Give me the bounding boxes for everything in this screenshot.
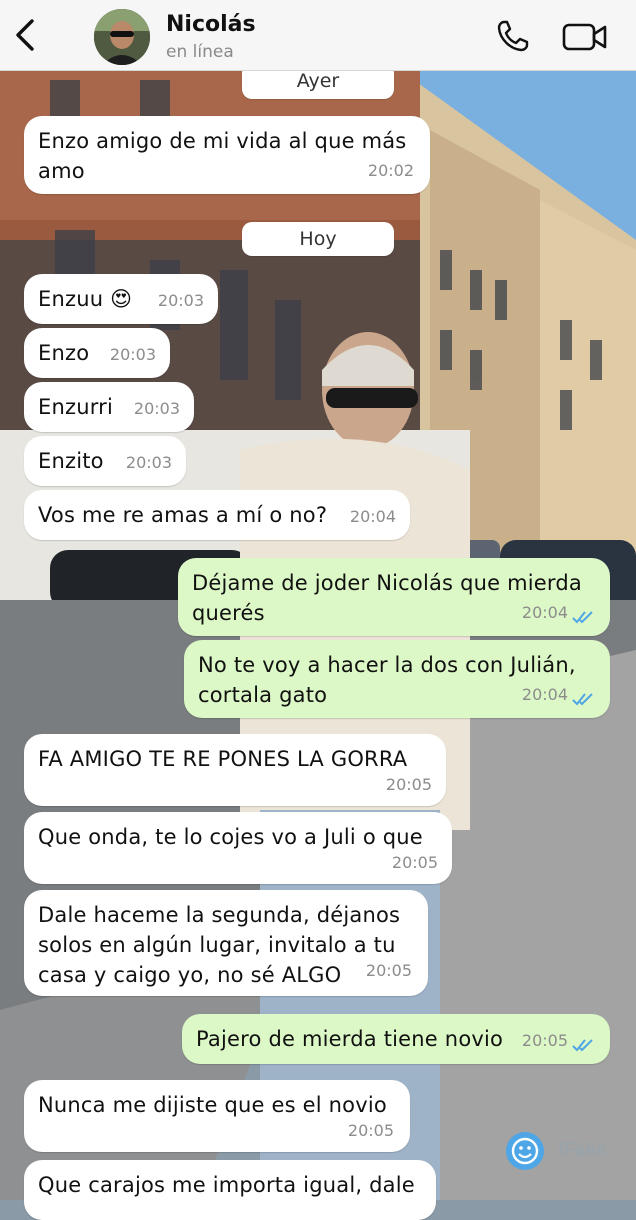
message-bubble-incoming[interactable]: Enzurri 20:03	[24, 382, 194, 432]
message-bubble-incoming[interactable]: Nunca me dijiste que es el novio 20:05	[24, 1080, 410, 1152]
read-receipt-icon	[572, 611, 593, 624]
message-bubble-outgoing[interactable]: No te voy a hacer la dos con Julián, cor…	[184, 640, 610, 718]
smiley-logo-icon	[506, 1132, 544, 1170]
message-bubble-incoming[interactable]: Dale haceme la segunda, déjanos solos en…	[24, 890, 428, 996]
message-text: Enzo amigo de mi vida al que más amo	[38, 129, 407, 183]
message-text: Que carajos me importa igual, dale	[38, 1173, 415, 1197]
contact-avatar[interactable]	[94, 9, 150, 65]
video-camera-icon[interactable]	[562, 22, 608, 52]
message-time: 20:05	[365, 961, 412, 980]
ifake-watermark: iFake	[506, 1132, 607, 1170]
message-bubble-incoming[interactable]: Enzito 20:03	[24, 436, 186, 486]
message-bubble-incoming[interactable]: Enzuu 😍 20:03	[24, 274, 218, 324]
message-time: 20:02	[367, 161, 414, 180]
message-time: 20:03	[109, 345, 156, 364]
message-text: Que onda, te lo cojes vo a Juli o que	[38, 825, 423, 849]
message-text: FA AMIGO TE RE PONES LA GORRA	[38, 747, 408, 771]
message-text: Vos me re amas a mí o no?	[38, 503, 328, 527]
read-receipt-icon	[572, 693, 593, 706]
message-time: 20:03	[133, 399, 180, 418]
message-bubble-incoming[interactable]: Enzo amigo de mi vida al que más amo 20:…	[24, 116, 430, 194]
message-bubble-outgoing[interactable]: Déjame de joder Nicolás que mierda queré…	[178, 558, 610, 636]
chat-header: Nicolás en línea	[0, 0, 636, 71]
message-text: No te voy a hacer la dos con Julián, cor…	[198, 653, 576, 707]
message-time: 20:03	[157, 291, 204, 310]
message-time: 20:03	[125, 453, 172, 472]
message-time: 20:05	[391, 853, 438, 872]
message-time: 20:04	[521, 685, 568, 704]
message-time: 20:05	[385, 775, 432, 794]
message-bubble-incoming[interactable]: Enzo 20:03	[24, 328, 170, 378]
message-time: 20:05	[521, 1031, 568, 1050]
watermark-text: iFake	[558, 1140, 607, 1161]
message-time: 20:04	[521, 603, 568, 622]
message-time: 20:04	[349, 507, 396, 526]
message-text: Enzuu 😍	[38, 287, 133, 311]
message-text: Enzito	[38, 449, 104, 473]
chevron-left-icon[interactable]	[12, 18, 38, 52]
phone-icon[interactable]	[496, 19, 530, 53]
contact-name[interactable]: Nicolás	[166, 12, 256, 37]
message-list[interactable]: Ayer Hoy Enzo amigo de mi vida al que má…	[0, 0, 636, 1220]
message-text: Enzo	[38, 341, 90, 365]
contact-status: en línea	[166, 42, 234, 62]
message-time: 20:05	[347, 1121, 394, 1140]
message-bubble-incoming[interactable]: Vos me re amas a mí o no? 20:04	[24, 490, 410, 540]
message-bubble-incoming[interactable]: Que carajos me importa igual, dale	[24, 1160, 436, 1220]
date-divider-hoy: Hoy	[242, 222, 394, 256]
message-bubble-incoming[interactable]: FA AMIGO TE RE PONES LA GORRA 20:05	[24, 734, 446, 806]
message-bubble-incoming[interactable]: Que onda, te lo cojes vo a Juli o que 20…	[24, 812, 452, 884]
message-text: Pajero de mierda tiene novio	[196, 1027, 504, 1051]
message-text: Enzurri	[38, 395, 114, 419]
read-receipt-icon	[572, 1039, 593, 1052]
message-text: Dale haceme la segunda, déjanos solos en…	[38, 903, 401, 987]
message-bubble-outgoing[interactable]: Pajero de mierda tiene novio 20:05	[182, 1014, 610, 1064]
message-text: Nunca me dijiste que es el novio	[38, 1093, 387, 1117]
